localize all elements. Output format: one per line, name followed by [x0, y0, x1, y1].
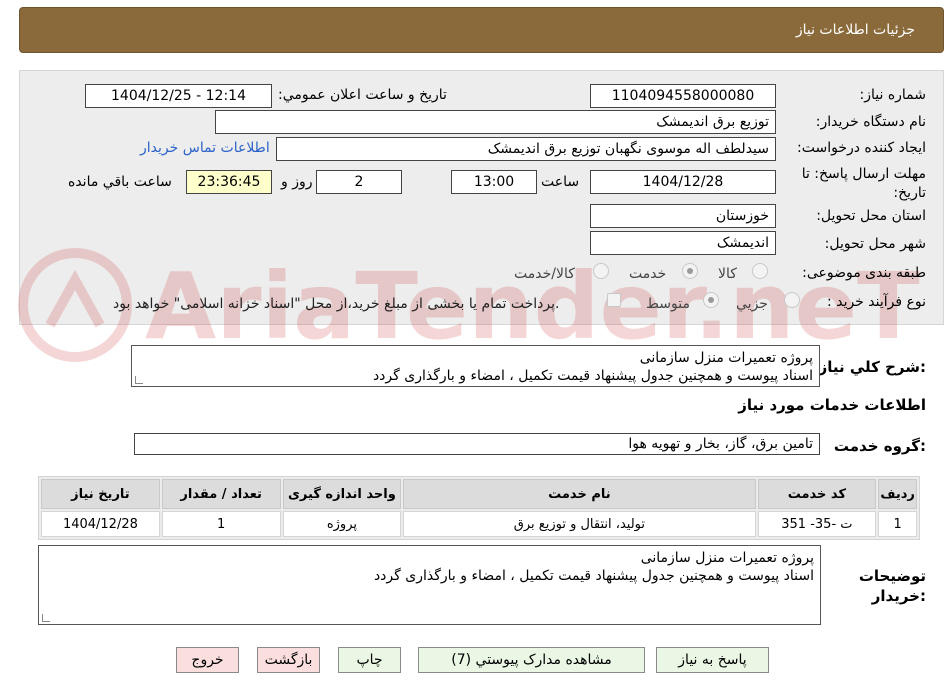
category-label: طبقه بندی موضوعی: [802, 265, 926, 281]
need-number-field: 1104094558000080 [590, 84, 776, 108]
resize-handle-icon[interactable] [42, 614, 50, 622]
category-service-label: خدمت [629, 266, 667, 282]
table-header-row: رديف کد خدمت نام خدمت واحد اندازه گيری ت… [41, 479, 917, 509]
service-group-field: تامین برق، گاز، بخار و تهویه هوا [134, 433, 820, 455]
buyer-notes-textarea[interactable]: پروژه تعمیرات منزل سازمانی اسناد پیوست و… [38, 545, 821, 625]
summary-textarea[interactable]: پروژه تعمیرات منزل سازمانی اسناد پیوست و… [131, 345, 820, 387]
service-name-cell: تولید، انتقال و توزیع برق [403, 511, 756, 537]
col-qty-header: تعداد / مقدار [161, 479, 281, 509]
col-unit-header: واحد اندازه گيری [282, 479, 402, 509]
city-field: اندیمشک [590, 231, 776, 255]
buyer-notes-label-line-1: توضيحات [858, 567, 926, 585]
view-attachments-button[interactable]: مشاهده مدارک پيوستي (7) [418, 647, 645, 673]
treasury-checkbox[interactable] [607, 293, 621, 307]
creator-label: ايجاد کننده درخواست: [797, 140, 926, 156]
buyer-notes-line-2: اسناد پیوست و همچنین جدول پیشنهاد قیمت ت… [373, 568, 814, 584]
deadline-time-label: ساعت [541, 174, 580, 190]
province-field: خوزستان [590, 204, 776, 228]
deadline-time-field: 13:00 [451, 170, 537, 194]
service-code-cell: ت -35- 351 [757, 511, 877, 537]
process-type-label: نوع فرآيند خريد : [827, 294, 926, 310]
buyer-contact-link[interactable]: اطلاعات تماس خريدار [140, 140, 270, 156]
col-date-header: تاريخ نياز [41, 479, 160, 509]
services-table: رديف کد خدمت نام خدمت واحد اندازه گيری ت… [38, 476, 920, 540]
page-title: جزئیات اطلاعات نیاز [795, 22, 915, 38]
process-medium-label: متوسط [646, 296, 690, 312]
announce-date-label: تاریخ و ساعت اعلان عمومي: [278, 87, 447, 103]
buyer-notes-label-line-2: خريدار: [871, 587, 926, 605]
buyer-org-label: نام دستگاه خريدار: [815, 114, 926, 130]
days-label: روز و [281, 174, 313, 190]
summary-label: شرح کلي نياز: [818, 358, 926, 376]
col-row-header: رديف [878, 479, 917, 509]
resize-handle-icon[interactable] [135, 376, 143, 384]
treasury-note: پرداخت تمام یا بخشی از مبلغ خرید،از محل … [113, 296, 560, 312]
services-section-title: اطلاعات خدمات مورد نياز [738, 396, 926, 414]
deadline-label: مهلت ارسال پاسخ: تا تاریخ: [801, 166, 926, 201]
buyer-notes-label: توضيحات خريدار: [859, 566, 926, 606]
category-goods-radio[interactable] [752, 263, 768, 279]
buyer-notes-line-1: پروژه تعمیرات منزل سازمانی [640, 550, 814, 566]
page-header: جزئیات اطلاعات نیاز [19, 7, 944, 53]
back-button[interactable]: بازگشت [257, 647, 320, 673]
exit-button[interactable]: خروج [176, 647, 239, 673]
summary-line-2: اسناد پیوست و همچنین جدول پیشنهاد قیمت ت… [372, 368, 813, 384]
table-row: 1 ت -35- 351 تولید، انتقال و توزیع برق پ… [41, 511, 917, 537]
print-button[interactable]: چاپ [338, 647, 401, 673]
col-code-header: کد خدمت [757, 479, 877, 509]
creator-field: سیدلطف اله موسوی نگهبان توزیع برق اندیمش… [276, 137, 776, 161]
row-index-cell: 1 [878, 511, 917, 537]
days-remaining-field: 2 [316, 170, 402, 194]
remaining-time-field: 23:36:45 [186, 170, 272, 194]
need-number-label: شماره نیاز: [859, 87, 927, 103]
col-name-header: نام خدمت [403, 479, 756, 509]
category-goods-label: کالا [718, 266, 737, 282]
reply-button[interactable]: پاسخ به نياز [656, 647, 769, 673]
quantity-cell: 1 [161, 511, 281, 537]
process-partial-radio[interactable] [784, 292, 800, 308]
announce-date-field: 1404/12/25 - 12:14 [85, 84, 272, 108]
deadline-date-field: 1404/12/28 [590, 170, 776, 194]
process-medium-radio[interactable] [703, 292, 719, 308]
service-group-label: گروه خدمت: [833, 437, 926, 455]
summary-line-1: پروژه تعمیرات منزل سازمانی [639, 350, 813, 366]
unit-cell: پروژه [282, 511, 402, 537]
buyer-org-field: توزیع برق اندیمشک [215, 110, 776, 134]
need-date-cell: 1404/12/28 [41, 511, 160, 537]
process-partial-label: جزيي [736, 296, 768, 312]
city-label: شهر محل تحويل: [824, 236, 926, 252]
province-label: استان محل تحويل: [816, 208, 926, 224]
remaining-time-label: ساعت باقي مانده [68, 174, 172, 190]
category-goods-service-radio[interactable] [593, 263, 609, 279]
category-service-radio[interactable] [682, 263, 698, 279]
category-goods-service-label: کالا/خدمت [514, 266, 575, 282]
